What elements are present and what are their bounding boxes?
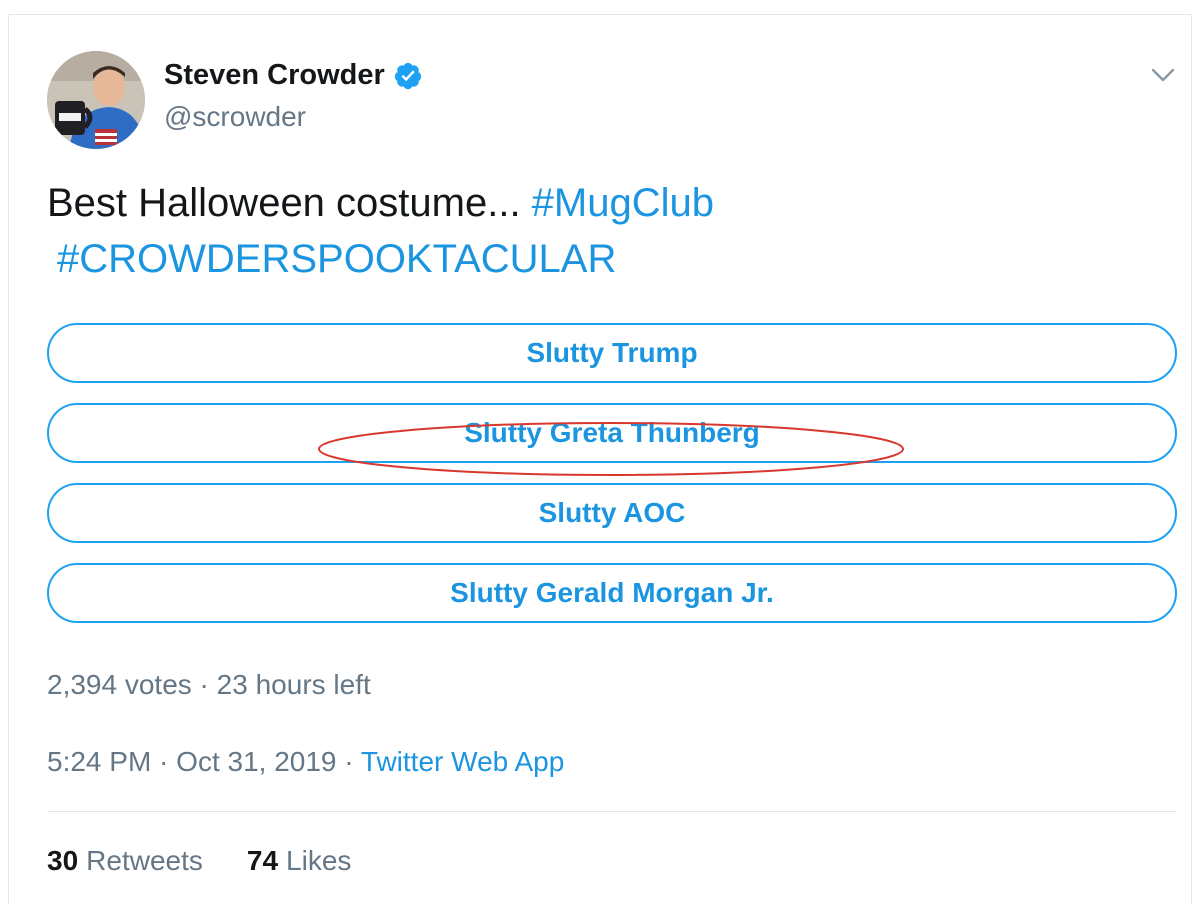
poll-option[interactable]: Slutty AOC: [47, 483, 1177, 543]
separator: ·: [336, 746, 361, 777]
author-display-name[interactable]: Steven Crowder: [164, 59, 385, 92]
poll-option-label: Slutty Trump: [526, 337, 698, 368]
retweets-label: Retweets: [86, 845, 203, 876]
poll-option[interactable]: Slutty Greta Thunberg: [47, 403, 1177, 463]
retweets-stat[interactable]: 30 Retweets: [47, 845, 203, 877]
poll-votes: 2,394 votes: [47, 669, 192, 700]
hashtag-crowderspooktacular[interactable]: #CROWDERSPOOKTACULAR: [57, 237, 616, 281]
timestamp-line: 5:24 PM · Oct 31, 2019 · Twitter Web App: [47, 746, 564, 778]
poll-option-label: Slutty AOC: [538, 497, 686, 528]
author-name[interactable]: Steven Crowder: [164, 59, 423, 92]
verified-badge-icon: [393, 61, 423, 91]
separator: ·: [151, 746, 177, 777]
author-handle[interactable]: @scrowder: [164, 101, 306, 133]
tweet-date[interactable]: Oct 31, 2019: [176, 746, 336, 777]
likes-label: Likes: [286, 845, 352, 876]
poll-meta: 2,394 votes · 23 hours left: [47, 669, 371, 701]
separator: ·: [191, 669, 217, 700]
retweets-count: 30: [47, 845, 79, 876]
tweet-body: Best Halloween costume...: [47, 181, 532, 225]
likes-count: 74: [246, 845, 279, 876]
tweet-stats: 30 Retweets 74 Likes: [47, 845, 395, 877]
tweet-text: Best Halloween costume... #MugClub #CROW…: [47, 175, 1167, 287]
tweet-time[interactable]: 5:24 PM: [47, 746, 151, 777]
likes-stat[interactable]: 74 Likes: [247, 845, 352, 877]
poll-option[interactable]: Slutty Trump: [47, 323, 1177, 383]
poll-option[interactable]: Slutty Gerald Morgan Jr.: [47, 563, 1177, 623]
chevron-down-icon[interactable]: [1149, 61, 1177, 89]
poll-option-label: Slutty Greta Thunberg: [464, 417, 760, 448]
divider: [47, 811, 1177, 812]
tweet-source-link[interactable]: Twitter Web App: [361, 746, 564, 777]
tweet-card: Steven Crowder @scrowder Best Halloween …: [8, 14, 1192, 904]
avatar[interactable]: [47, 51, 145, 149]
poll-option-label: Slutty Gerald Morgan Jr.: [450, 577, 774, 608]
hashtag-mugclub[interactable]: #MugClub: [532, 181, 714, 225]
poll-time-left: 23 hours left: [216, 669, 371, 700]
